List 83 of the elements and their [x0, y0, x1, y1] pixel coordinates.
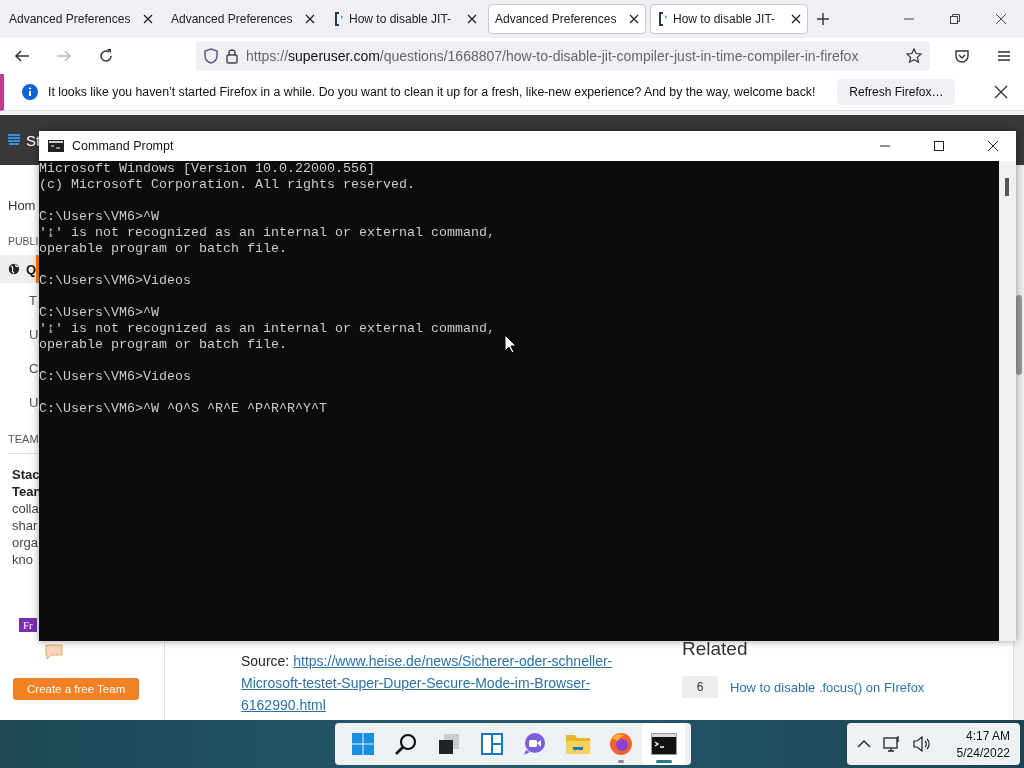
console-line: operable program or batch file.	[39, 241, 287, 257]
close-icon[interactable]	[994, 85, 1008, 99]
console-line: '↨' is not recognized as an internal or external command,	[39, 321, 495, 337]
volume-icon[interactable]	[912, 736, 931, 752]
stack-icon[interactable]	[8, 133, 20, 147]
bracket-icon	[657, 11, 669, 27]
browser-tab[interactable]: Advanced Preferences	[164, 4, 322, 34]
task-view-icon	[436, 732, 461, 756]
windows-icon	[350, 732, 375, 756]
refresh-button[interactable]: Refresh Firefox…	[837, 79, 956, 105]
search-icon	[393, 732, 418, 756]
free-badge: Fr	[19, 618, 37, 632]
scroll-thumb[interactable]	[1016, 295, 1022, 375]
close-icon[interactable]	[305, 14, 315, 24]
close-icon[interactable]	[143, 14, 153, 24]
maximize-icon[interactable]	[933, 140, 945, 152]
promo-text: kno	[12, 551, 34, 568]
scroll-thumb[interactable]	[1005, 178, 1009, 196]
scrollbar[interactable]	[999, 161, 1016, 641]
close-icon[interactable]	[791, 14, 801, 24]
sidebar-item[interactable]: T	[0, 283, 39, 317]
browser-tab[interactable]: How to disable JIT-	[326, 4, 484, 34]
speech-bubble-icon	[45, 644, 63, 660]
plus-icon[interactable]	[816, 12, 830, 26]
related-link[interactable]: How to disable .focus() on FIrefox	[730, 679, 925, 695]
network-icon[interactable]	[882, 735, 901, 753]
console-line: C:\Users\VM6>^W	[39, 305, 159, 321]
taskbar-button[interactable]	[642, 723, 685, 765]
pocket-icon[interactable]	[954, 48, 970, 64]
shield-icon[interactable]	[204, 48, 218, 64]
browser-tab[interactable]: Advanced Preferences	[488, 4, 646, 34]
related-heading: Related	[682, 638, 749, 660]
browser-icon	[608, 732, 633, 756]
globe-icon	[8, 261, 20, 277]
window-title: Command Prompt	[72, 139, 174, 153]
browser-tab[interactable]: Advanced Preferences	[2, 4, 160, 34]
widgets-icon	[479, 732, 504, 756]
chevron-up-icon[interactable]	[856, 739, 871, 749]
console-line: operable program or batch file.	[39, 337, 287, 353]
close-icon[interactable]	[987, 140, 999, 152]
chat-icon	[522, 732, 547, 756]
site-name[interactable]: St	[26, 131, 41, 149]
source-text: Source: https://www.heise.de/news/Sicherer-oder-schneller-Microsoft-testet-Super-Duper-Secure-Mode-im-Browser-6162990.html	[241, 652, 614, 715]
console-line: C:\Users\VM6>Videos	[39, 273, 191, 289]
console-line: Microsoft Windows [Version 10.0.22000.556]	[39, 161, 375, 177]
sidebar-item[interactable]: U	[0, 385, 39, 419]
close-icon[interactable]	[629, 14, 639, 24]
back-icon[interactable]	[14, 48, 30, 64]
promo-text: colla	[12, 500, 40, 517]
sidebar-link[interactable]: Hom	[8, 198, 36, 213]
sidebar-item[interactable]: Q	[0, 255, 39, 283]
console-line: '↨' is not recognized as an internal or external command,	[39, 225, 495, 241]
mouse-pointer-icon	[504, 334, 517, 354]
date-text: 5/24/2022	[956, 745, 1010, 760]
console-line: (c) Microsoft Corporation. All rights reserved.	[39, 177, 415, 193]
promo-text: orga	[12, 534, 40, 551]
time-text: 4:17 AM	[965, 728, 1010, 743]
promo-title: Stac	[12, 466, 41, 483]
section-heading: PUBLI	[8, 235, 39, 247]
close-icon[interactable]	[995, 13, 1007, 25]
close-icon[interactable]	[467, 14, 477, 24]
console-line: C:\Users\VM6>^W ^O^S ^R^E ^P^R^R^Y^T	[39, 401, 327, 417]
browser-tab[interactable]: How to disable JIT-	[650, 4, 808, 34]
restore-icon[interactable]	[949, 13, 961, 25]
url-text: https://superuser.com/questions/1668807/how-to-disable-jit-compiler-just-in-time-compiler-in-firefox	[246, 48, 860, 64]
console-icon	[48, 140, 64, 152]
console-line: C:\Users\VM6>^W	[39, 209, 159, 225]
address-bar[interactable]: https://superuser.com/questions/1668807/how-to-disable-jit-compiler-just-in-time-compiler-in-firefox	[196, 41, 930, 71]
info-icon	[22, 84, 38, 100]
notification-message: It looks like you haven’t started Firefox in a while. Do you want to clean it up for a fresh, like-new experience? And by the way, welcome back!	[48, 85, 816, 99]
reload-icon[interactable]	[98, 48, 114, 64]
sidebar-item[interactable]: C	[0, 351, 39, 385]
lock-icon[interactable]	[226, 48, 238, 64]
folder-icon	[564, 733, 591, 755]
console-line: C:\Users\VM6>Videos	[39, 369, 191, 385]
terminal-icon	[650, 733, 677, 755]
sidebar-item[interactable]: U	[0, 317, 39, 351]
promo-text: shar	[12, 517, 39, 534]
vote-count: 6	[682, 676, 718, 698]
menu-icon[interactable]	[996, 48, 1012, 64]
star-icon[interactable]	[906, 48, 922, 64]
clock[interactable]: 4:17 AM 5/24/2022	[956, 728, 1010, 760]
bracket-icon	[333, 11, 345, 27]
